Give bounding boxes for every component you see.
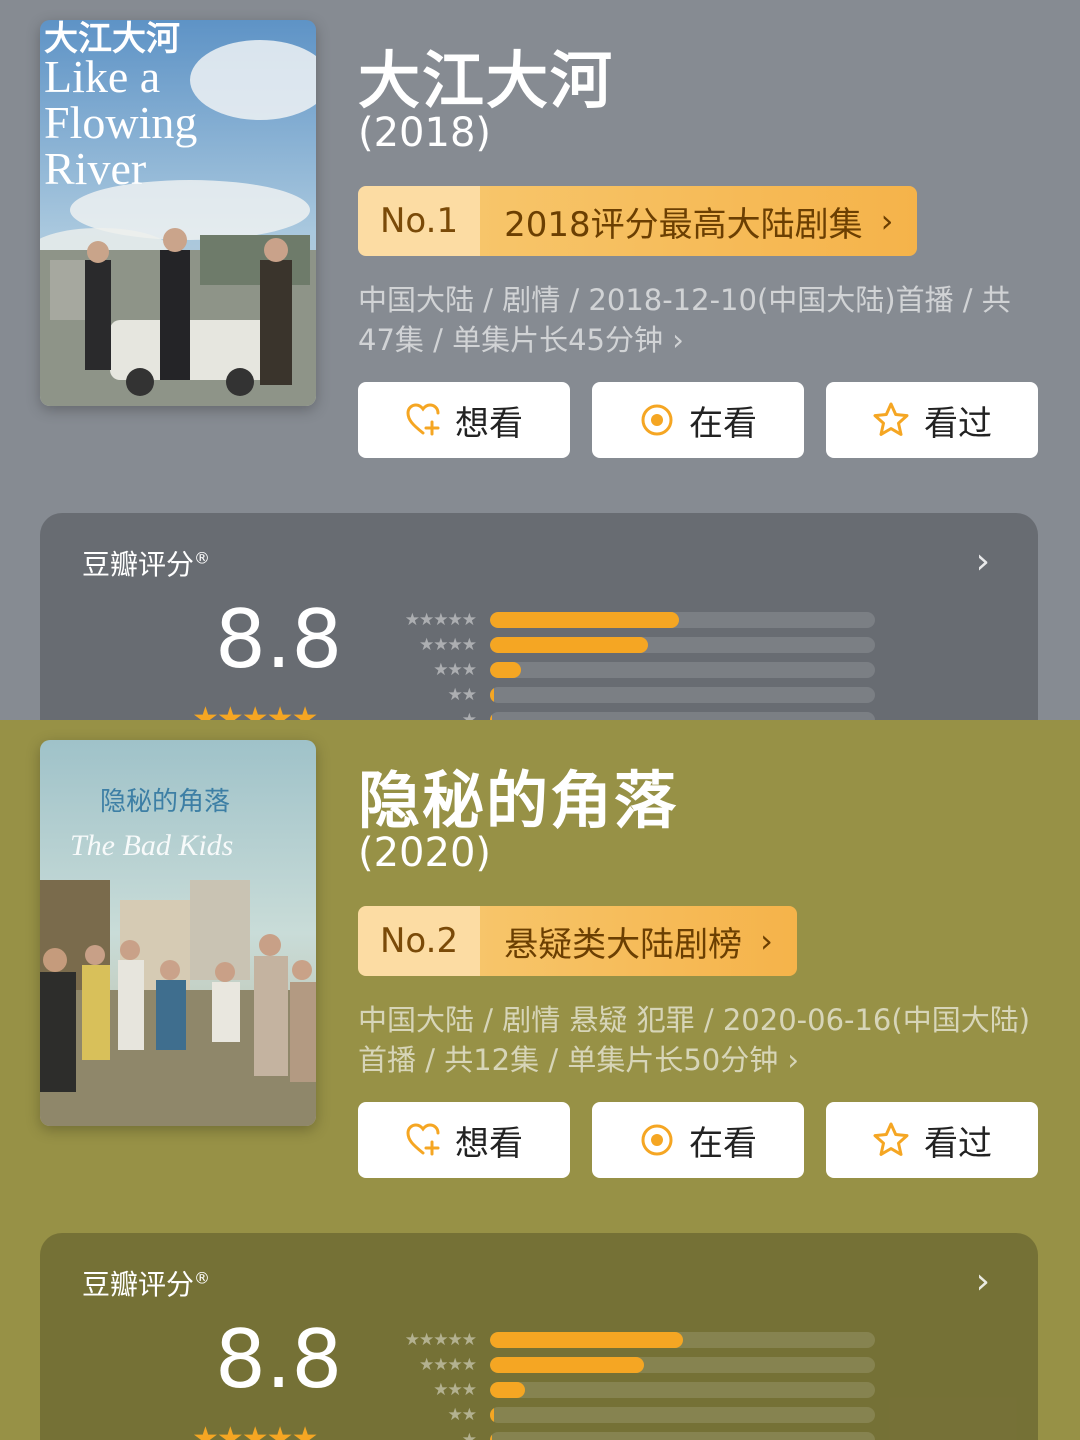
rating-row-stars: ★ xyxy=(461,1429,477,1440)
poster-title-line: The Bad Kids xyxy=(70,829,233,862)
rating-distribution: ★★★★★ ★★★★ ★★★ ★★ ★ xyxy=(390,1327,875,1440)
heart-plus-icon xyxy=(406,403,440,436)
show-title: 大江大河 xyxy=(358,44,615,117)
rank-number: No.2 xyxy=(358,906,481,976)
poster-title-line: Like a xyxy=(44,51,160,102)
chevron-right-icon: › xyxy=(760,922,773,960)
star-outline-icon xyxy=(873,1122,909,1156)
watched-label: 看过 xyxy=(924,1123,992,1164)
rating-row-3-star: ★★★ xyxy=(390,657,875,682)
rating-bar-track xyxy=(490,1431,875,1440)
rating-stars: ★★★★★ xyxy=(192,1421,318,1440)
rating-row-stars: ★★ xyxy=(447,1404,477,1425)
show-card-2: 隐秘的角落 The Bad Kids 隐秘的角落 (2020) No.2 悬疑类… xyxy=(0,720,1080,1440)
rating-bar-track xyxy=(490,1406,875,1423)
rating-row-stars: ★★★★★ xyxy=(404,1329,477,1350)
rank-label: 2018评分最高大陆剧集 xyxy=(504,204,863,245)
rank-badge[interactable]: No.2 悬疑类大陆剧榜 › xyxy=(358,906,797,976)
show-year: (2020) xyxy=(358,830,492,876)
rank-badge[interactable]: No.1 2018评分最高大陆剧集 › xyxy=(358,186,918,256)
rating-row-1-star: ★ xyxy=(390,1427,875,1440)
watched-label: 看过 xyxy=(924,403,992,444)
rating-bar-track xyxy=(490,1356,875,1373)
rank-number: No.1 xyxy=(358,186,481,256)
show-title: 隐秘的角落 xyxy=(358,764,679,837)
douban-rating-card[interactable]: 豆瓣评分® › 8.8 ★★★★★ ★★★★★ ★★★★ ★★★ ★★ ★ xyxy=(40,1233,1038,1440)
rating-bar-fill xyxy=(490,1431,493,1440)
rank-label: 悬疑类大陆剧榜 xyxy=(504,924,743,965)
rating-row-stars: ★★★★ xyxy=(419,634,477,655)
show-card-1: 大江大河 Like a Flowing River 大江大河 (2018) No… xyxy=(0,0,1080,720)
rating-score: 8.8 xyxy=(215,1313,343,1406)
rating-score: 8.8 xyxy=(215,593,343,686)
rating-row-stars: ★ xyxy=(461,709,477,721)
rating-row-stars: ★★★★ xyxy=(419,1354,477,1375)
watching-button[interactable]: 在看 xyxy=(592,382,804,458)
rating-bar-fill xyxy=(490,611,679,628)
want-to-watch-button[interactable]: 想看 xyxy=(358,1102,570,1178)
want-to-watch-label: 想看 xyxy=(455,403,523,444)
target-circle-icon xyxy=(641,1124,673,1156)
action-bar: 想看 在看 看过 xyxy=(358,382,1038,458)
rating-row-4-star: ★★★★ xyxy=(390,1352,875,1377)
rating-bar-fill xyxy=(490,711,493,720)
rating-row-2-star: ★★ xyxy=(390,1402,875,1427)
rating-bar-track xyxy=(490,686,875,703)
chevron-right-icon: › xyxy=(880,202,894,240)
watched-button[interactable]: 看过 xyxy=(826,382,1038,458)
rating-stars: ★★★★★ xyxy=(192,701,318,720)
rating-row-2-star: ★★ xyxy=(390,682,875,707)
rating-row-stars: ★★★ xyxy=(433,659,477,680)
rating-row-4-star: ★★★★ xyxy=(390,632,875,657)
rating-bar-track xyxy=(490,636,875,653)
rating-row-5-star: ★★★★★ xyxy=(390,607,875,632)
poster-image[interactable]: 隐秘的角落 The Bad Kids xyxy=(40,740,316,1126)
show-meta[interactable]: 中国大陆 / 剧情 / 2018-12-10(中国大陆)首播 / 共47集 / … xyxy=(358,280,1038,360)
heart-plus-icon xyxy=(406,1123,440,1156)
action-bar: 想看 在看 看过 xyxy=(358,1102,1038,1178)
rating-distribution: ★★★★★ ★★★★ ★★★ ★★ ★ xyxy=(390,607,875,720)
poster-image[interactable]: 大江大河 Like a Flowing River xyxy=(40,20,316,406)
rating-row-stars: ★★★ xyxy=(433,1379,477,1400)
poster-title-line: 隐秘的角落 xyxy=(100,787,230,816)
rating-bar-fill xyxy=(490,1356,644,1373)
rating-row-stars: ★★★★★ xyxy=(404,609,477,630)
rating-bar-track xyxy=(490,661,875,678)
douban-rating-card[interactable]: 豆瓣评分® › 8.8 ★★★★★ ★★★★★ ★★★★ ★★★ ★★ ★ xyxy=(40,513,1038,720)
rating-row-5-star: ★★★★★ xyxy=(390,1327,875,1352)
watched-button[interactable]: 看过 xyxy=(826,1102,1038,1178)
rating-row-stars: ★★ xyxy=(447,684,477,705)
rating-label: 豆瓣评分® xyxy=(82,1268,211,1301)
rank-label-wrap: 2018评分最高大陆剧集 › xyxy=(480,186,918,256)
want-to-watch-button[interactable]: 想看 xyxy=(358,382,570,458)
target-circle-icon xyxy=(641,404,673,436)
show-meta[interactable]: 中国大陆 / 剧情 悬疑 犯罪 / 2020-06-16(中国大陆)首播 / 共… xyxy=(358,1000,1038,1080)
poster-title-line: Flowing xyxy=(44,97,197,148)
rating-row-1-star: ★ xyxy=(390,707,875,720)
rating-bar-track xyxy=(490,611,875,628)
watching-label: 在看 xyxy=(689,1123,757,1164)
rank-label-wrap: 悬疑类大陆剧榜 › xyxy=(480,906,797,976)
rating-row-3-star: ★★★ xyxy=(390,1377,875,1402)
rating-bar-fill xyxy=(490,1381,525,1398)
rating-bar-fill xyxy=(490,1331,683,1348)
rating-label: 豆瓣评分® xyxy=(82,548,211,581)
show-year: (2018) xyxy=(358,110,492,156)
star-outline-icon xyxy=(873,402,909,436)
watching-button[interactable]: 在看 xyxy=(592,1102,804,1178)
chevron-right-icon[interactable]: › xyxy=(976,1261,990,1302)
want-to-watch-label: 想看 xyxy=(455,1123,523,1164)
rating-bar-track xyxy=(490,711,875,720)
rating-bar-track xyxy=(490,1331,875,1348)
chevron-right-icon[interactable]: › xyxy=(976,541,990,582)
poster-title-line: River xyxy=(44,143,146,194)
rating-bar-fill xyxy=(490,661,521,678)
rating-bar-fill xyxy=(490,636,648,653)
rating-bar-track xyxy=(490,1381,875,1398)
rating-bar-fill xyxy=(490,1406,494,1423)
watching-label: 在看 xyxy=(689,403,757,444)
rating-bar-fill xyxy=(490,686,494,703)
